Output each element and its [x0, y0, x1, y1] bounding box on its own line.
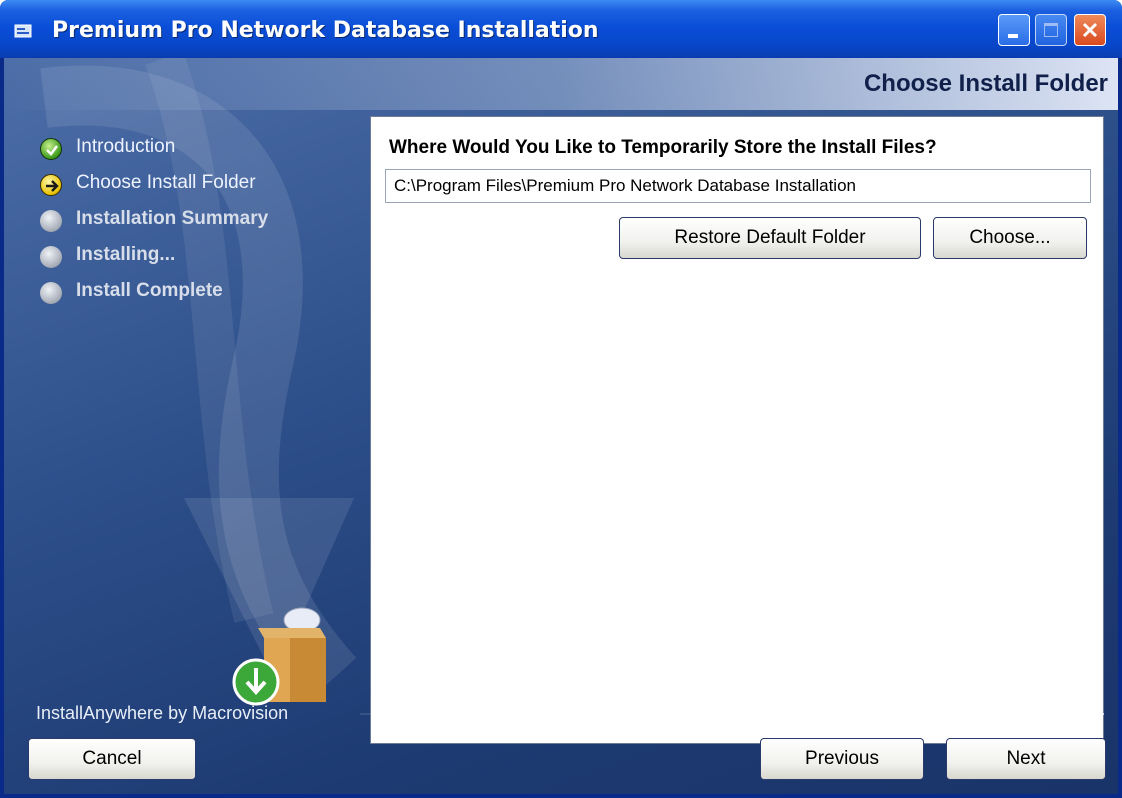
title-bar[interactable]: Premium Pro Network Database Installatio…: [0, 0, 1122, 58]
install-folder-input[interactable]: [385, 169, 1091, 203]
step-label: Choose Install Folder: [76, 172, 256, 193]
bullet-icon: [40, 210, 62, 232]
previous-button[interactable]: Previous: [760, 738, 924, 780]
installer-app-icon: [14, 24, 32, 38]
arrow-right-icon: [40, 174, 62, 196]
step-label: Installation Summary: [76, 208, 269, 229]
maximize-icon: [1044, 23, 1058, 37]
window-title: Premium Pro Network Database Installatio…: [52, 18, 599, 43]
choose-folder-button[interactable]: Choose...: [933, 217, 1087, 259]
check-icon: [40, 138, 62, 160]
next-button[interactable]: Next: [946, 738, 1106, 780]
header-band: Choose Install Folder: [4, 58, 1118, 110]
restore-default-folder-button[interactable]: Restore Default Folder: [619, 217, 921, 259]
install-box-icon: [232, 607, 326, 706]
cancel-button[interactable]: Cancel: [28, 738, 196, 780]
folder-question: Where Would You Like to Temporarily Stor…: [389, 137, 937, 158]
bullet-icon: [40, 246, 62, 268]
step-label: Introduction: [76, 136, 176, 157]
minimize-icon: [1008, 34, 1018, 38]
maximize-button[interactable]: [1035, 14, 1067, 46]
page-heading: Choose Install Folder: [863, 70, 1108, 97]
close-icon: [1082, 22, 1098, 38]
divider: [360, 713, 1104, 715]
bullet-icon: [40, 282, 62, 304]
step-label: Install Complete: [76, 280, 223, 301]
installer-content: Choose Install Folder Introduction Choos…: [4, 58, 1118, 794]
minimize-button[interactable]: [998, 14, 1030, 46]
close-button[interactable]: [1074, 14, 1106, 46]
step-label: Installing...: [76, 244, 176, 265]
main-panel: Where Would You Like to Temporarily Stor…: [370, 116, 1104, 744]
brand-label: InstallAnywhere by Macrovision: [36, 703, 289, 723]
installer-window: Premium Pro Network Database Installatio…: [0, 0, 1122, 798]
